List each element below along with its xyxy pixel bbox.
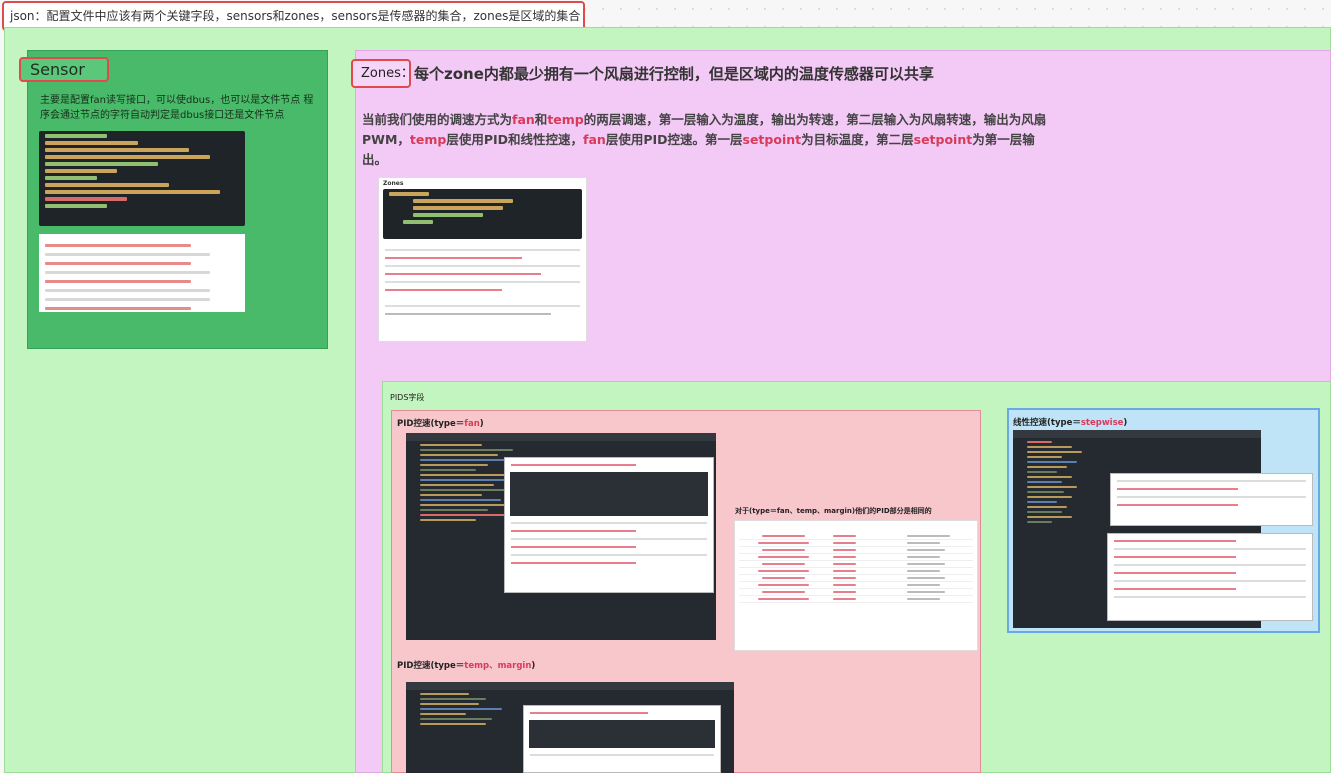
stepwise-fields-popup [1110, 473, 1313, 526]
stepwise-label: 线性控速(type＝stepwise) [1013, 418, 1128, 428]
pid-fan-label: PID控速(type＝fan) [397, 419, 484, 429]
sensor-description: 主要是配置fan读写接口，可以使dbus，也可以是文件节点 程序会通过节点的字符… [40, 95, 314, 121]
zones-description: 当前我们使用的调速方式为fan和temp的两层调速，第一层输入为温度，输出为转速… [362, 112, 1047, 167]
sensor-title[interactable]: Sensor [19, 57, 109, 82]
pid-fan-fields-popup [504, 457, 714, 593]
stepwise-info-popup [1107, 533, 1313, 621]
pid-common-label: 对于(type＝fan、temp、margin)他们的PID部分是相同的 [735, 507, 932, 515]
pid-temp-fields-popup [523, 705, 721, 773]
zones-heading: 每个zone内都最少拥有一个风扇进行控制，但是区域内的温度传感器可以共享 [414, 65, 934, 83]
pid-temp-label: PID控速(type＝temp、margin) [397, 661, 536, 671]
sensor-fields-table-screenshot [39, 234, 245, 312]
pid-common-fields-table [734, 520, 978, 651]
pids-label: PIDS字段 [390, 393, 425, 402]
zones-config-screenshot: Zones [378, 177, 587, 342]
zones-title[interactable]: Zones： [351, 59, 414, 88]
sensor-code-screenshot [39, 131, 245, 226]
